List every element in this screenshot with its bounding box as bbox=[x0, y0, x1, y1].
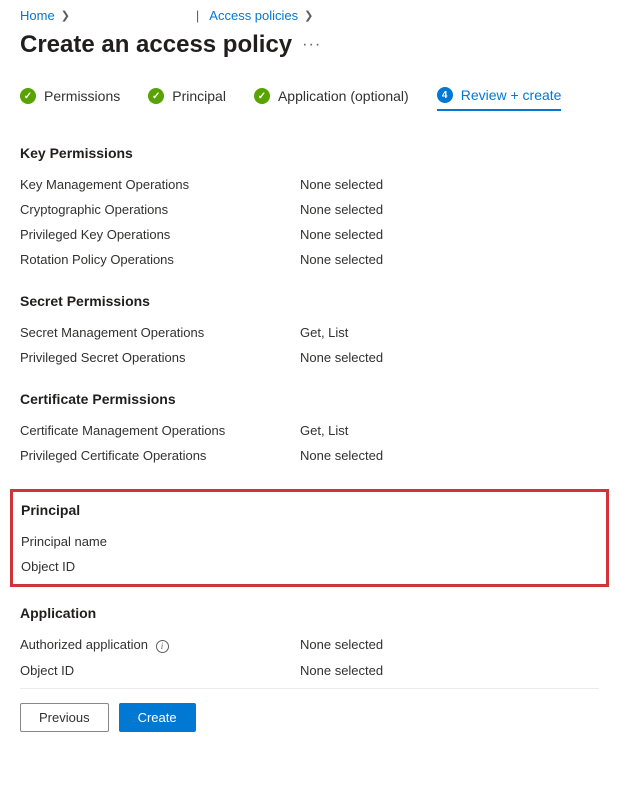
row-value: Get, List bbox=[300, 325, 348, 340]
summary-row: Privileged Secret Operations None select… bbox=[20, 350, 599, 365]
wizard-footer: Previous Create bbox=[20, 688, 599, 732]
create-button[interactable]: Create bbox=[119, 703, 196, 732]
tab-principal[interactable]: ✓ Principal bbox=[148, 87, 226, 111]
chevron-right-icon: ❯ bbox=[304, 9, 313, 22]
breadcrumb-access-policies[interactable]: Access policies bbox=[209, 8, 298, 23]
tab-label: Permissions bbox=[44, 88, 120, 104]
previous-button[interactable]: Previous bbox=[20, 703, 109, 732]
row-label: Key Management Operations bbox=[20, 177, 300, 192]
row-value: None selected bbox=[300, 252, 383, 267]
section-title: Principal bbox=[21, 502, 598, 518]
row-label: Cryptographic Operations bbox=[20, 202, 300, 217]
summary-row: Privileged Key Operations None selected bbox=[20, 227, 599, 242]
tab-review-create[interactable]: 4 Review + create bbox=[437, 87, 562, 111]
row-value: None selected bbox=[300, 637, 383, 653]
summary-row: Object ID bbox=[21, 559, 598, 574]
row-label: Certificate Management Operations bbox=[20, 423, 300, 438]
row-value: None selected bbox=[300, 350, 383, 365]
row-label: Rotation Policy Operations bbox=[20, 252, 300, 267]
section-title: Key Permissions bbox=[20, 145, 599, 161]
tab-label: Application (optional) bbox=[278, 88, 409, 104]
breadcrumb: Home ❯ | Access policies ❯ bbox=[20, 8, 599, 23]
row-label: Authorized application i bbox=[20, 637, 300, 653]
row-value: None selected bbox=[300, 227, 383, 242]
row-label: Privileged Key Operations bbox=[20, 227, 300, 242]
section-title: Secret Permissions bbox=[20, 293, 599, 309]
row-label: Privileged Certificate Operations bbox=[20, 448, 300, 463]
summary-row: Object ID None selected bbox=[20, 663, 599, 678]
tab-label: Principal bbox=[172, 88, 226, 104]
row-label: Privileged Secret Operations bbox=[20, 350, 300, 365]
summary-row: Key Management Operations None selected bbox=[20, 177, 599, 192]
row-value: None selected bbox=[300, 448, 383, 463]
chevron-right-icon: ❯ bbox=[61, 9, 70, 22]
row-label: Principal name bbox=[21, 534, 301, 549]
row-label: Secret Management Operations bbox=[20, 325, 300, 340]
wizard-tabs: ✓ Permissions ✓ Principal ✓ Application … bbox=[20, 87, 599, 111]
summary-row: Principal name bbox=[21, 534, 598, 549]
more-actions-icon[interactable]: ··· bbox=[302, 36, 321, 54]
row-value: None selected bbox=[300, 202, 383, 217]
info-icon[interactable]: i bbox=[156, 640, 169, 653]
tab-application[interactable]: ✓ Application (optional) bbox=[254, 87, 409, 111]
breadcrumb-divider: | bbox=[196, 8, 199, 23]
tab-permissions[interactable]: ✓ Permissions bbox=[20, 87, 120, 111]
step-number-badge: 4 bbox=[437, 87, 453, 103]
row-value: None selected bbox=[300, 663, 383, 678]
checkmark-icon: ✓ bbox=[254, 88, 270, 104]
summary-row: Cryptographic Operations None selected bbox=[20, 202, 599, 217]
row-label: Object ID bbox=[21, 559, 301, 574]
row-value: None selected bbox=[300, 177, 383, 192]
section-application: Application Authorized application i Non… bbox=[20, 605, 599, 678]
row-label: Object ID bbox=[20, 663, 300, 678]
section-secret-permissions: Secret Permissions Secret Management Ope… bbox=[20, 293, 599, 365]
summary-row: Rotation Policy Operations None selected bbox=[20, 252, 599, 267]
tab-label: Review + create bbox=[461, 87, 562, 103]
summary-row: Secret Management Operations Get, List bbox=[20, 325, 599, 340]
breadcrumb-home[interactable]: Home bbox=[20, 8, 55, 23]
section-title: Application bbox=[20, 605, 599, 621]
summary-row: Certificate Management Operations Get, L… bbox=[20, 423, 599, 438]
checkmark-icon: ✓ bbox=[148, 88, 164, 104]
section-title: Certificate Permissions bbox=[20, 391, 599, 407]
summary-row: Privileged Certificate Operations None s… bbox=[20, 448, 599, 463]
summary-row: Authorized application i None selected bbox=[20, 637, 599, 653]
row-value: Get, List bbox=[300, 423, 348, 438]
section-principal-highlighted: Principal Principal name Object ID bbox=[10, 489, 609, 587]
section-certificate-permissions: Certificate Permissions Certificate Mana… bbox=[20, 391, 599, 463]
section-key-permissions: Key Permissions Key Management Operation… bbox=[20, 145, 599, 267]
checkmark-icon: ✓ bbox=[20, 88, 36, 104]
page-title: Create an access policy bbox=[20, 31, 292, 59]
